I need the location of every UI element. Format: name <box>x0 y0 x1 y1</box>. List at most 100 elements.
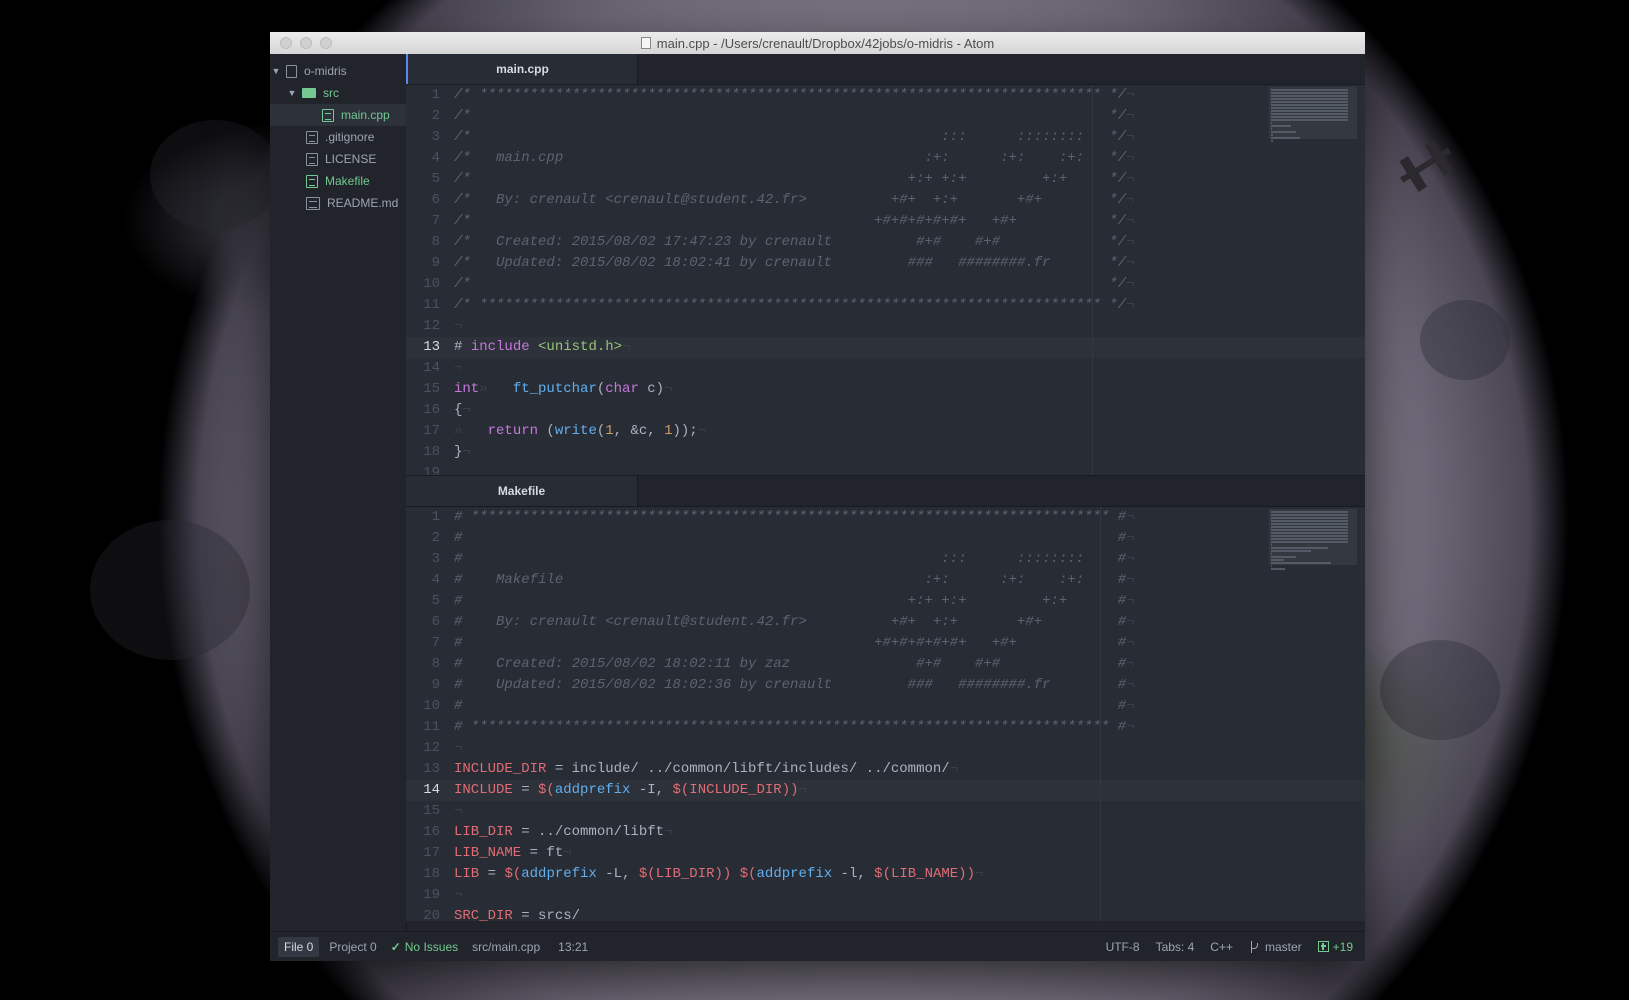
tree-item-readme[interactable]: README.md <box>270 192 406 214</box>
line-number[interactable]: 10 <box>406 696 440 717</box>
line-number[interactable]: 17 <box>406 421 440 442</box>
line-number[interactable]: 11 <box>406 295 440 316</box>
line-number[interactable]: 12 <box>406 738 440 759</box>
line-number[interactable]: 6 <box>406 190 440 211</box>
code-line[interactable]: 10/* */¬ <box>406 274 1365 295</box>
git-branch[interactable]: master <box>1249 940 1302 954</box>
tree-item-main-cpp[interactable]: main.cpp <box>270 104 406 126</box>
close-button[interactable] <box>280 37 292 49</box>
line-number[interactable]: 7 <box>406 211 440 232</box>
minimize-button[interactable] <box>300 37 312 49</box>
line-number[interactable]: 18 <box>406 442 440 463</box>
code-line[interactable]: 17» return (write(1, &c, 1));¬ <box>406 421 1365 442</box>
line-number[interactable]: 3 <box>406 549 440 570</box>
file-path[interactable]: src/main.cpp <box>472 940 540 954</box>
code-line[interactable]: 12 ¬ <box>406 316 1365 337</box>
line-number[interactable]: 4 <box>406 148 440 169</box>
line-number[interactable]: 7 <box>406 633 440 654</box>
git-diff-status[interactable]: +19 <box>1317 940 1353 954</box>
zoom-button[interactable] <box>320 37 332 49</box>
line-number[interactable]: 16 <box>406 822 440 843</box>
code-line[interactable]: 15 ¬ <box>406 801 1365 822</box>
tree-root[interactable]: ▼ o-midris <box>270 60 406 82</box>
line-number[interactable]: 9 <box>406 675 440 696</box>
code-line[interactable]: 18}¬ <box>406 442 1365 463</box>
tree-item-license[interactable]: LICENSE <box>270 148 406 170</box>
line-number[interactable]: 8 <box>406 232 440 253</box>
tab-main-cpp[interactable]: main.cpp <box>406 54 638 84</box>
line-number[interactable]: 14 <box>406 358 440 379</box>
encoding-selector[interactable]: UTF-8 <box>1106 940 1140 954</box>
code-line[interactable]: 1 # *************************************… <box>406 507 1365 528</box>
line-number[interactable]: 1 <box>406 507 440 528</box>
linter-status[interactable]: ✓ No Issues <box>391 940 458 954</box>
tree-item-makefile[interactable]: Makefile <box>270 170 406 192</box>
line-number[interactable]: 16 <box>406 400 440 421</box>
code-line[interactable]: 3 # ::: :::::::: #¬ <box>406 549 1365 570</box>
tree-item-gitignore[interactable]: .gitignore <box>270 126 406 148</box>
tab-length-selector[interactable]: Tabs: 4 <box>1156 940 1195 954</box>
code-line[interactable]: 19 <box>406 463 1365 475</box>
line-number[interactable]: 13 <box>406 759 440 780</box>
line-number[interactable]: 5 <box>406 591 440 612</box>
line-number[interactable]: 2 <box>406 106 440 127</box>
code-line[interactable]: 3/* ::: :::::::: */¬ <box>406 127 1365 148</box>
code-line[interactable]: 11 /* ***********************************… <box>406 295 1365 316</box>
line-number[interactable]: 19 <box>406 885 440 906</box>
tab-makefile[interactable]: Makefile <box>406 476 638 506</box>
code-line[interactable]: 16 LIB_DIR = ../common/libft¬ <box>406 822 1365 843</box>
code-line[interactable]: 12 ¬ <box>406 738 1365 759</box>
project-issues-button[interactable]: Project 0 <box>323 937 382 957</box>
code-line[interactable]: 13 INCLUDE_DIR = include/ ../common/libft… <box>406 759 1365 780</box>
line-number[interactable]: 9 <box>406 253 440 274</box>
file-issues-button[interactable]: File 0 <box>278 936 320 957</box>
line-number[interactable]: 4 <box>406 570 440 591</box>
line-number[interactable]: 1 <box>406 85 440 106</box>
code-line[interactable]: 6 # By: crenault <crenault@student.42.fr>… <box>406 612 1365 633</box>
grammar-selector[interactable]: C++ <box>1210 940 1233 954</box>
minimap[interactable] <box>1269 85 1357 475</box>
code-line[interactable]: 18 LIB = $(addprefix -L, $(LIB_DIR)) $(ad… <box>406 864 1365 885</box>
code-line[interactable]: 7 # +#+#+#+#+#+ +#+ #¬ <box>406 633 1365 654</box>
code-line[interactable]: 20 SRC_DIR = srcs/ <box>406 906 1365 921</box>
title-bar[interactable]: main.cpp - /Users/crenault/Dropbox/42job… <box>270 32 1365 54</box>
line-number[interactable]: 13 <box>406 337 440 358</box>
code-editor-makefile[interactable]: 1 # *************************************… <box>406 507 1365 921</box>
code-line[interactable]: 1 /* ************************************… <box>406 85 1365 106</box>
code-line[interactable]: 13 # include <unistd.h>¬ <box>406 337 1365 358</box>
code-editor-main-cpp[interactable]: 1 /* ************************************… <box>406 85 1365 475</box>
code-line[interactable]: 15 int» ft_putchar(char c)¬ <box>406 379 1365 400</box>
code-line[interactable]: 7/* +#+#+#+#+#+ +#+ */¬ <box>406 211 1365 232</box>
code-line[interactable]: 14 INCLUDE = $(addprefix -I, $(INCLUDE_DI… <box>406 780 1365 801</box>
line-number[interactable]: 14 <box>406 780 440 801</box>
code-line[interactable]: 4/* main.cpp :+: :+: :+: */¬ <box>406 148 1365 169</box>
code-line[interactable]: 19 ¬ <box>406 885 1365 906</box>
code-line[interactable]: 10 # #¬ <box>406 696 1365 717</box>
line-number[interactable]: 2 <box>406 528 440 549</box>
line-number[interactable]: 10 <box>406 274 440 295</box>
line-number[interactable]: 17 <box>406 843 440 864</box>
code-line[interactable]: 2/* */¬ <box>406 106 1365 127</box>
line-number[interactable]: 3 <box>406 127 440 148</box>
cursor-position[interactable]: 13:21 <box>558 940 588 954</box>
line-number[interactable]: 19 <box>406 463 440 475</box>
line-number[interactable]: 18 <box>406 864 440 885</box>
line-number[interactable]: 12 <box>406 316 440 337</box>
code-line[interactable]: 17 LIB_NAME = ft¬ <box>406 843 1365 864</box>
line-number[interactable]: 5 <box>406 169 440 190</box>
code-line[interactable]: 14 ¬ <box>406 358 1365 379</box>
code-line[interactable]: 8 # Created: 2015/08/02 18:02:11 by zaz #… <box>406 654 1365 675</box>
code-line[interactable]: 5/* +:+ +:+ +:+ */¬ <box>406 169 1365 190</box>
line-number[interactable]: 15 <box>406 379 440 400</box>
code-line[interactable]: 2 # #¬ <box>406 528 1365 549</box>
code-line[interactable]: 16 {¬ <box>406 400 1365 421</box>
line-number[interactable]: 6 <box>406 612 440 633</box>
code-line[interactable]: 11 # ************************************… <box>406 717 1365 738</box>
line-number[interactable]: 8 <box>406 654 440 675</box>
tree-folder-src[interactable]: ▼ src <box>270 82 406 104</box>
code-line[interactable]: 8 /* Created: 2015/08/02 17:47:23 by cren… <box>406 232 1365 253</box>
minimap[interactable] <box>1269 507 1357 921</box>
line-number[interactable]: 15 <box>406 801 440 822</box>
code-line[interactable]: 6 /* By: crenault <crenault@student.42.fr… <box>406 190 1365 211</box>
code-line[interactable]: 9 /* Updated: 2015/08/02 18:02:41 by cren… <box>406 253 1365 274</box>
